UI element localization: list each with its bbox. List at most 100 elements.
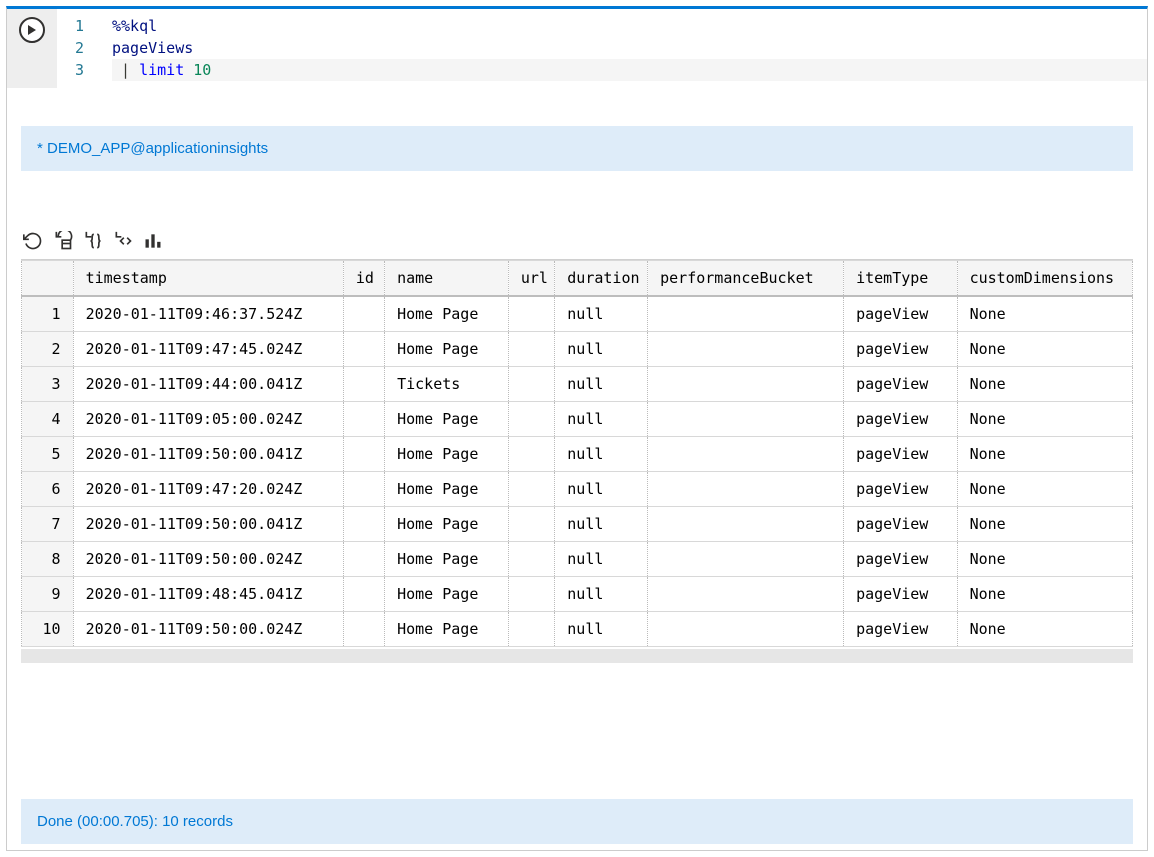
- run-button[interactable]: [19, 17, 45, 43]
- cell-itemType: pageView: [844, 542, 957, 577]
- cell-name: Home Page: [385, 296, 509, 332]
- cell-customDimensions: None: [957, 402, 1132, 437]
- cell-timestamp: 2020-01-11T09:50:00.024Z: [73, 542, 343, 577]
- context-banner: * DEMO_APP@applicationinsights: [21, 126, 1133, 171]
- column-header-itemType[interactable]: itemType: [844, 261, 957, 297]
- row-number: 8: [22, 542, 74, 577]
- output-area: * DEMO_APP@applicationinsights timestamp…: [7, 88, 1147, 663]
- cell-id: [343, 542, 384, 577]
- table-row[interactable]: 102020-01-11T09:50:00.024ZHome Pagenullp…: [22, 612, 1133, 647]
- cell-itemType: pageView: [844, 612, 957, 647]
- cell-timestamp: 2020-01-11T09:50:00.041Z: [73, 507, 343, 542]
- cell-id: [343, 507, 384, 542]
- cell-customDimensions: None: [957, 577, 1132, 612]
- table-row[interactable]: 92020-01-11T09:48:45.041ZHome Pagenullpa…: [22, 577, 1133, 612]
- cell-itemType: pageView: [844, 332, 957, 367]
- code-editor[interactable]: 1%%kql2pageViews3 | limit 10: [57, 9, 1147, 87]
- cell-duration: null: [555, 332, 648, 367]
- cell-url: [508, 332, 554, 367]
- cell-performanceBucket: [648, 332, 844, 367]
- cell-timestamp: 2020-01-11T09:47:20.024Z: [73, 472, 343, 507]
- table-row[interactable]: 52020-01-11T09:50:00.041Z Home Page null pa…: [22, 437, 1133, 472]
- table-row[interactable]: 32020-01-11T09:44:00.041ZTicketsnullpage…: [22, 367, 1133, 402]
- cell-url: [508, 577, 554, 612]
- cell-performanceBucket: [648, 367, 844, 402]
- column-header-id[interactable]: id: [343, 261, 384, 297]
- cell-id: [343, 612, 384, 647]
- cell-duration: null: [555, 507, 648, 542]
- cell-timestamp: 2020-01-11T09:46:37.524Z: [73, 296, 343, 332]
- cell-id: [343, 437, 384, 472]
- table-row[interactable]: 22020-01-11T09:47:45.024ZHome Pagenullpa…: [22, 332, 1133, 367]
- column-header-name[interactable]: name: [385, 261, 509, 297]
- table-row[interactable]: 62020-01-11T09:47:20.024Z Home Page null pa…: [22, 472, 1133, 507]
- code-line: 1%%kql: [67, 15, 1147, 37]
- cell-duration: null: [555, 367, 648, 402]
- table-row[interactable]: 82020-01-11T09:50:00.024ZHome Pagenullpa…: [22, 542, 1133, 577]
- json-braces-icon[interactable]: [83, 231, 103, 251]
- cell-duration: null: [555, 472, 648, 507]
- row-number: 6: [22, 472, 74, 507]
- cell-id: [343, 367, 384, 402]
- cell-timestamp: 2020-01-11T09:50:00.041Z: [73, 437, 343, 472]
- column-header-duration[interactable]: duration: [555, 261, 648, 297]
- cell-performanceBucket: [648, 542, 844, 577]
- table-row[interactable]: 12020-01-11T09:46:37.524ZHome Pagenullpa…: [22, 296, 1133, 332]
- cell-itemType: pageView: [844, 507, 957, 542]
- notebook-cell: 1%%kql2pageViews3 | limit 10 * DEMO_APP@…: [6, 6, 1148, 851]
- code-text: %%kql: [112, 15, 157, 37]
- cell-duration: null: [555, 577, 648, 612]
- run-gutter: [7, 9, 57, 88]
- table-row[interactable]: 42020-01-11T09:05:00.024ZHome Pagenullpa…: [22, 402, 1133, 437]
- results-table: timestampidnameurldurationperformanceBuc…: [21, 260, 1133, 647]
- input-area: 1%%kql2pageViews3 | limit 10: [7, 9, 1147, 88]
- cell-customDimensions: None: [957, 612, 1132, 647]
- row-number: 1: [22, 296, 74, 332]
- column-header-timestamp[interactable]: timestamp: [73, 261, 343, 297]
- cell-timestamp: 2020-01-11T09:44:00.041Z: [73, 367, 343, 402]
- cell-itemType: pageView: [844, 367, 957, 402]
- cell-url: [508, 367, 554, 402]
- cell-url: [508, 437, 554, 472]
- cell-customDimensions: None: [957, 542, 1132, 577]
- column-header-performanceBucket[interactable]: performanceBucket: [648, 261, 844, 297]
- sync-table-icon[interactable]: [53, 231, 73, 251]
- cell-itemType: pageView: [844, 402, 957, 437]
- cell-itemType: pageView: [844, 472, 957, 507]
- cell-performanceBucket: [648, 296, 844, 332]
- cell-name: Home Page: [385, 472, 509, 507]
- code-line: 3 | limit 10: [67, 59, 1147, 81]
- code-text: | limit 10: [112, 59, 1147, 81]
- row-number: 2: [22, 332, 74, 367]
- table-row[interactable]: 72020-01-11T09:50:00.041ZHome Pagenullpa…: [22, 507, 1133, 542]
- cell-performanceBucket: [648, 437, 844, 472]
- cell-performanceBucket: [648, 472, 844, 507]
- column-header-customDimensions[interactable]: customDimensions: [957, 261, 1132, 297]
- cell-customDimensions: None: [957, 367, 1132, 402]
- cell-name: Home Page: [385, 437, 509, 472]
- cell-itemType: pageView: [844, 577, 957, 612]
- cell-itemType: pageView: [844, 437, 957, 472]
- line-number: 3: [67, 59, 112, 81]
- cell-itemType: pageView: [844, 296, 957, 332]
- cell-name: Home Page: [385, 542, 509, 577]
- refresh-arrow-icon[interactable]: [23, 231, 43, 251]
- cell-timestamp: 2020-01-11T09:47:45.024Z: [73, 332, 343, 367]
- cell-customDimensions: None: [957, 437, 1132, 472]
- line-number: 2: [67, 37, 112, 59]
- cell-customDimensions: None: [957, 332, 1132, 367]
- horizontal-scrollbar[interactable]: [21, 649, 1133, 663]
- results-table-wrapper: timestampidnameurldurationperformanceBuc…: [21, 259, 1133, 663]
- cell-name: Home Page: [385, 507, 509, 542]
- chart-bars-icon[interactable]: [143, 231, 163, 251]
- row-number: 3: [22, 367, 74, 402]
- cell-url: [508, 542, 554, 577]
- row-number: 5: [22, 437, 74, 472]
- cell-duration: null: [555, 437, 648, 472]
- status-banner: Done (00:00.705): 10 records: [21, 799, 1133, 844]
- cell-timestamp: 2020-01-11T09:05:00.024Z: [73, 402, 343, 437]
- cell-timestamp: 2020-01-11T09:48:45.041Z: [73, 577, 343, 612]
- cell-name: Home Page: [385, 612, 509, 647]
- code-arrows-icon[interactable]: [113, 231, 133, 251]
- column-header-url[interactable]: url: [508, 261, 554, 297]
